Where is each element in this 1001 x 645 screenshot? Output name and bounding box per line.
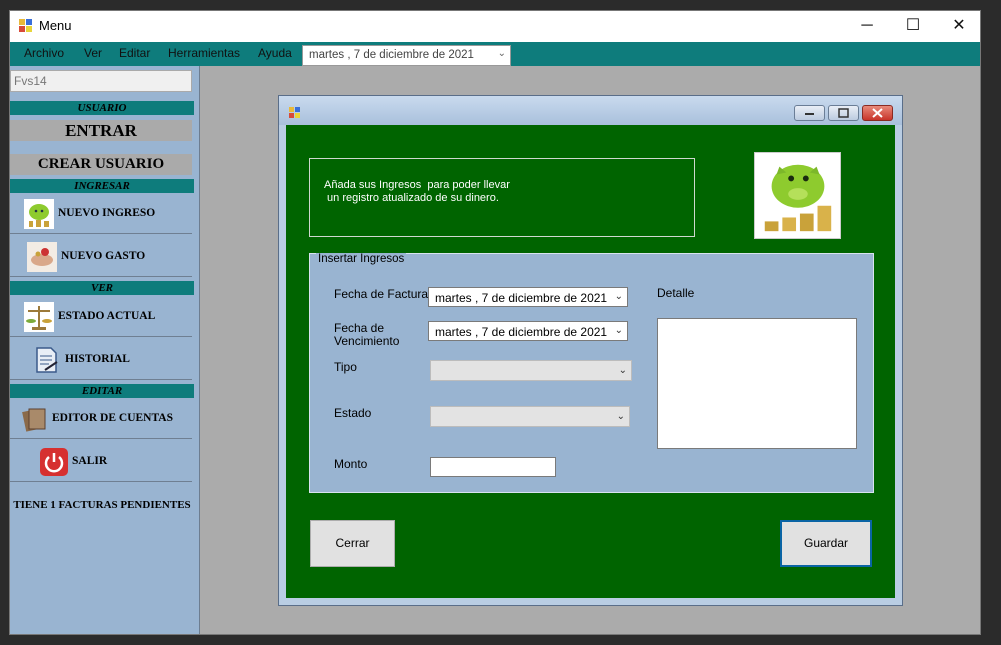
minimize-icon — [805, 113, 814, 115]
fecha-factura-value: martes , 7 de diciembre de 2021 — [435, 291, 608, 305]
dialog-title-bar — [279, 96, 902, 125]
fecha-vencimiento-value: martes , 7 de diciembre de 2021 — [435, 325, 608, 339]
maximize-button[interactable]: ☐ — [890, 11, 936, 42]
menu-ayuda[interactable]: Ayuda — [258, 46, 292, 60]
section-header-usuario: USUARIO — [10, 101, 194, 115]
date-picker-menubar[interactable]: martes , 7 de diciembre de 2021 ⌄ — [302, 45, 511, 66]
dialog-minimize-button[interactable] — [794, 105, 825, 121]
chevron-down-icon[interactable]: ⌄ — [615, 291, 623, 302]
chevron-down-icon[interactable]: ⌄ — [498, 48, 506, 59]
tipo-label: Tipo — [334, 360, 357, 374]
cerrar-button[interactable]: Cerrar — [310, 520, 395, 567]
salir-label: SALIR — [72, 455, 108, 467]
editor-cuentas-label: EDITOR DE CUENTAS — [52, 412, 173, 424]
crear-usuario-button[interactable]: CREAR USUARIO — [10, 154, 192, 175]
sidebar: Fvs14 USUARIO ENTRAR CREAR USUARIO INGRE… — [10, 66, 200, 634]
menu-archivo[interactable]: Archivo — [24, 46, 64, 60]
menu-editar[interactable]: Editar — [119, 46, 150, 60]
power-icon — [40, 448, 68, 476]
nuevo-ingreso-label: NUEVO INGRESO — [58, 207, 156, 219]
dialog-maximize-button[interactable] — [828, 105, 859, 121]
section-header-ingresar: INGRESAR — [10, 179, 194, 193]
detalle-textarea[interactable] — [657, 318, 857, 449]
detalle-label: Detalle — [657, 286, 695, 300]
section-header-editar: EDITAR — [10, 384, 194, 398]
menu-herramientas[interactable]: Herramientas — [168, 46, 240, 60]
sidebar-item-salir[interactable]: SALIR — [10, 442, 192, 482]
entrar-button[interactable]: ENTRAR — [10, 120, 192, 141]
tipo-select[interactable]: ⌄ — [430, 360, 632, 381]
monto-label: Monto — [334, 457, 368, 471]
monto-input[interactable] — [430, 457, 556, 477]
sidebar-item-editor-cuentas[interactable]: EDITOR DE CUENTAS — [10, 399, 192, 439]
sidebar-item-nuevo-gasto[interactable]: NUEVO GASTO — [10, 237, 192, 277]
accounts-icon — [22, 408, 46, 432]
minimize-button[interactable]: ─ — [844, 11, 890, 42]
section-header-ver: VER — [10, 281, 194, 295]
close-button[interactable]: ✕ — [936, 11, 982, 42]
main-window: Menu ─ ☐ ✕ Archivo Ver Editar Herramient… — [9, 10, 981, 635]
group-title: Insertar Ingresos — [316, 253, 407, 265]
sidebar-item-estado-actual[interactable]: ESTADO ACTUAL — [10, 297, 192, 337]
estado-label: Estado — [334, 406, 372, 420]
ingreso-dialog: Añada sus Ingresos para poder llevar un … — [278, 95, 903, 606]
sidebar-item-historial[interactable]: HISTORIAL — [10, 340, 192, 380]
chevron-down-icon[interactable]: ⌄ — [619, 365, 627, 376]
date-value: martes , 7 de diciembre de 2021 — [309, 49, 474, 61]
title-bar: Menu ─ ☐ ✕ — [10, 11, 980, 42]
sidebar-item-nuevo-ingreso[interactable]: NUEVO INGRESO — [10, 194, 192, 234]
app-icon — [19, 19, 32, 32]
close-icon — [872, 108, 883, 118]
guardar-button[interactable]: Guardar — [780, 520, 872, 567]
chevron-down-icon[interactable]: ⌄ — [617, 411, 625, 422]
dialog-close-button[interactable] — [862, 105, 893, 121]
maximize-icon — [838, 108, 849, 118]
username-field[interactable]: Fvs14 — [10, 70, 192, 92]
menu-ver[interactable]: Ver — [84, 46, 102, 60]
info-box: Añada sus Ingresos para poder llevar un … — [309, 158, 695, 237]
pending-invoices-text: TIENE 1 FACTURAS PENDIENTES — [13, 499, 191, 511]
estado-actual-label: ESTADO ACTUAL — [58, 310, 156, 322]
scale-icon — [24, 302, 54, 332]
menu-bar: Archivo Ver Editar Herramientas Ayuda ma… — [10, 42, 980, 66]
historial-label: HISTORIAL — [65, 353, 130, 365]
piggy-bank-icon — [24, 199, 54, 229]
window-title: Menu — [39, 18, 72, 33]
fecha-vencimiento-label: Fecha de Vencimiento — [334, 321, 400, 348]
fecha-factura-picker[interactable]: martes , 7 de diciembre de 2021 ⌄ — [428, 287, 628, 307]
fecha-factura-label: Fecha de Factura — [334, 287, 429, 301]
insertar-ingresos-group: Insertar Ingresos Fecha de Factura marte… — [309, 253, 874, 493]
nuevo-gasto-label: NUEVO GASTO — [61, 250, 146, 262]
piggy-bank-icon — [754, 152, 841, 239]
dialog-body: Añada sus Ingresos para poder llevar un … — [286, 125, 895, 598]
info-text: Añada sus Ingresos para poder llevar un … — [324, 179, 510, 204]
hand-coins-icon — [27, 242, 57, 272]
fecha-vencimiento-picker[interactable]: martes , 7 de diciembre de 2021 ⌄ — [428, 321, 628, 341]
estado-select[interactable]: ⌄ — [430, 406, 630, 427]
chevron-down-icon[interactable]: ⌄ — [615, 325, 623, 336]
document-icon — [36, 347, 58, 373]
app-icon — [289, 107, 300, 118]
